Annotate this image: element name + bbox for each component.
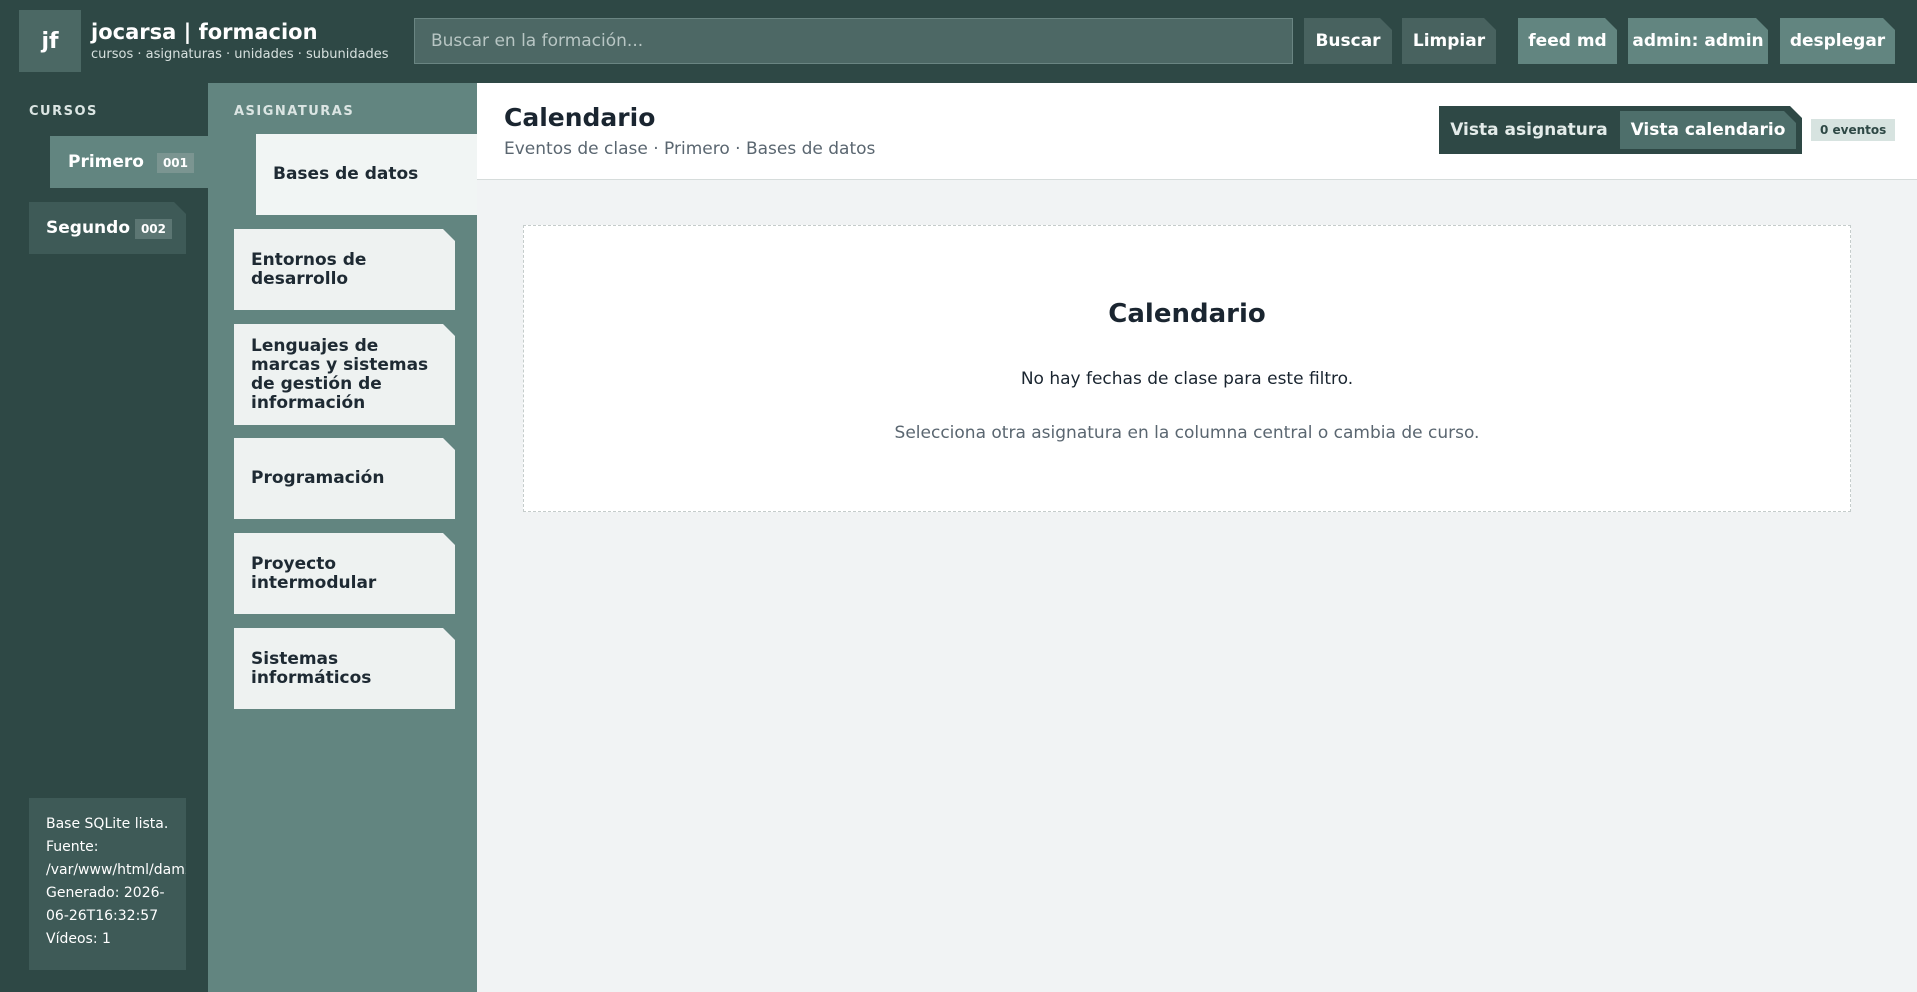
empty-hint: Selecciona otra asignatura en la columna… — [894, 423, 1480, 443]
subjects-heading: ASIGNATURAS — [234, 104, 355, 119]
course-item-primero[interactable]: Primero 001 — [50, 136, 208, 188]
course-code-badge: 002 — [135, 219, 172, 239]
view-subject-tab[interactable]: Vista asignatura — [1439, 111, 1619, 149]
page-title: Calendario — [504, 103, 656, 132]
app-logo[interactable]: jf — [19, 10, 81, 72]
app-subtitle: cursos · asignaturas · unidades · subuni… — [91, 47, 389, 62]
view-calendar-tab[interactable]: Vista calendario — [1620, 111, 1796, 149]
calendar-panel: Calendario No hay fechas de clase para e… — [523, 225, 1851, 512]
subject-item-sistemas[interactable]: Sistemas informáticos — [234, 628, 455, 709]
status-line: Generado: 2026- — [46, 885, 165, 901]
courses-heading: CURSOS — [29, 104, 98, 119]
feed-md-button[interactable]: feed md — [1518, 18, 1617, 64]
database-status: Base SQLite lista. Fuente: /var/www/html… — [29, 798, 186, 970]
status-line: 06-26T16:32:57 — [46, 908, 159, 924]
course-label: Primero — [68, 152, 144, 172]
status-line: /var/www/html/dam2627 — [46, 862, 186, 878]
course-label: Segundo — [46, 218, 130, 238]
app-title: jocarsa | formacion — [91, 20, 318, 44]
subject-item-entornos[interactable]: Entornos de desarrollo — [234, 229, 455, 310]
subjects-sidebar: ASIGNATURAS Bases de datos Entornos de d… — [208, 83, 477, 992]
user-button[interactable]: admin: admin — [1628, 18, 1768, 64]
clear-button[interactable]: Limpiar — [1402, 18, 1496, 64]
courses-sidebar: CURSOS Primero 001 Segundo 002 Base SQLi… — [0, 83, 208, 992]
deploy-button[interactable]: desplegar — [1780, 18, 1895, 64]
status-line: Base SQLite lista. — [46, 816, 169, 832]
main-header: Calendario Eventos de clase · Primero · … — [477, 83, 1917, 180]
view-toggle: Vista asignatura Vista calendario — [1439, 106, 1802, 154]
empty-message: No hay fechas de clase para este filtro. — [1020, 369, 1354, 389]
search-input[interactable] — [414, 18, 1293, 64]
events-count-badge: 0 eventos — [1811, 119, 1896, 141]
status-line: Fuente: — [46, 839, 99, 855]
subject-item-bases-de-datos[interactable]: Bases de datos — [256, 134, 477, 215]
course-item-segundo[interactable]: Segundo 002 — [29, 202, 186, 254]
top-header: jf jocarsa | formacion cursos · asignatu… — [0, 0, 1917, 83]
breadcrumb: Eventos de clase · Primero · Bases de da… — [504, 139, 876, 159]
subject-item-lenguajes-marcas[interactable]: Lenguajes de marcas y sistemas de gestió… — [234, 324, 455, 425]
calendar-title: Calendario — [1108, 299, 1266, 329]
status-line: Vídeos: 1 — [46, 931, 111, 947]
search-button[interactable]: Buscar — [1304, 18, 1392, 64]
subject-item-proyecto[interactable]: Proyecto intermodular — [234, 533, 455, 614]
subject-item-programacion[interactable]: Programación — [234, 438, 455, 519]
course-code-badge: 001 — [156, 153, 194, 173]
